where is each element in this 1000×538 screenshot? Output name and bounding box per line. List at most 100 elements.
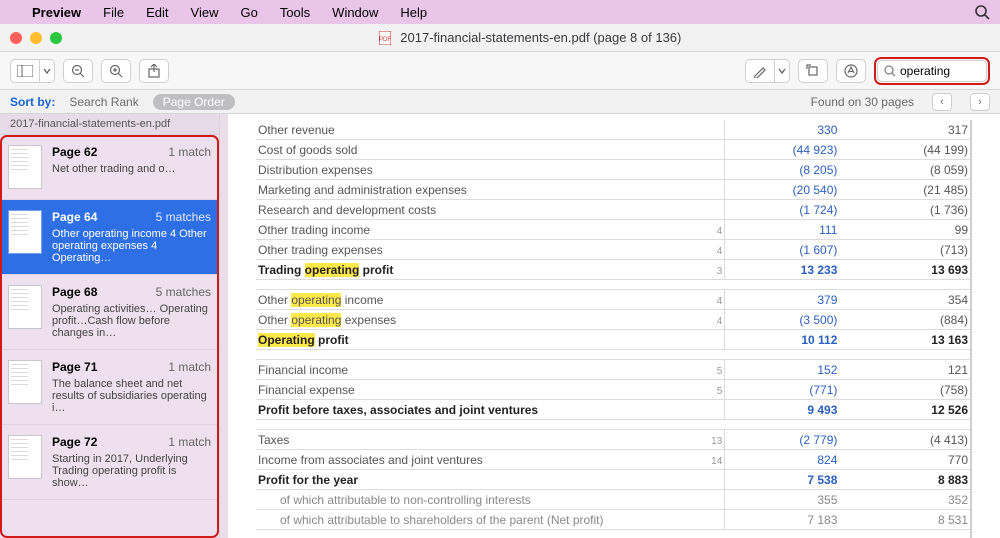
row-current-year: (20 540)	[725, 180, 848, 200]
menu-help[interactable]: Help	[400, 5, 427, 20]
zoom-out-button[interactable]	[63, 59, 93, 83]
search-input[interactable]	[900, 64, 970, 78]
row-prior-year: (713)	[847, 240, 970, 260]
row-label: Financial expense	[256, 380, 689, 400]
row-note	[689, 160, 725, 180]
menu-edit[interactable]: Edit	[146, 5, 168, 20]
search-result-item[interactable]: ──────────────────────────────────── Pag…	[0, 135, 219, 200]
result-page-label: Page 72	[52, 435, 97, 449]
search-result-item[interactable]: ──────────────────────────────────── Pag…	[0, 200, 219, 275]
search-result-bar: Sort by: Search Rank Page Order Found on…	[0, 90, 1000, 114]
pdf-icon: PDF	[379, 31, 393, 45]
result-page-label: Page 71	[52, 360, 97, 374]
markup-button[interactable]	[745, 59, 775, 83]
result-match-count: 5 matches	[156, 285, 211, 299]
row-note	[689, 120, 725, 140]
row-current-year: 7 538	[725, 470, 848, 490]
row-note	[689, 140, 725, 160]
svg-text:PDF: PDF	[379, 37, 391, 43]
row-current-year: 330	[725, 120, 848, 140]
toolbar	[0, 52, 1000, 90]
row-prior-year: (8 059)	[847, 160, 970, 180]
markup-menu-chevron[interactable]	[774, 59, 790, 83]
prev-match-button[interactable]: ‹	[932, 93, 952, 111]
search-result-item[interactable]: ──────────────────────────────────── Pag…	[0, 425, 219, 500]
traffic-lights	[10, 32, 62, 44]
row-current-year: 111	[725, 220, 848, 240]
row-prior-year: 13 693	[847, 260, 970, 280]
row-current-year: (44 923)	[725, 140, 848, 160]
search-field-highlight	[874, 57, 990, 85]
rotate-button[interactable]	[798, 59, 828, 83]
row-label: Trading operating profit	[256, 260, 689, 280]
row-prior-year: (758)	[847, 380, 970, 400]
row-current-year: 152	[725, 360, 848, 380]
page-thumbnail: ────────────────────────────────────	[8, 435, 42, 479]
close-button[interactable]	[10, 32, 22, 44]
sidebar-menu-chevron[interactable]	[39, 59, 55, 83]
row-prior-year: 354	[847, 290, 970, 310]
row-note: 14	[689, 450, 725, 470]
sidebar-toggle-button[interactable]	[10, 59, 40, 83]
page-thumbnail: ────────────────────────────────────	[8, 285, 42, 329]
next-match-button[interactable]: ›	[970, 93, 990, 111]
menu-view[interactable]: View	[191, 5, 219, 20]
row-prior-year: 121	[847, 360, 970, 380]
row-note	[689, 400, 725, 420]
row-current-year: 7 183	[725, 510, 848, 530]
row-note	[689, 330, 725, 350]
search-result-item[interactable]: ──────────────────────────────────── Pag…	[0, 275, 219, 350]
row-note: 4	[689, 310, 725, 330]
row-note	[689, 180, 725, 200]
row-note: 3	[689, 260, 725, 280]
menu-window[interactable]: Window	[332, 5, 378, 20]
result-page-label: Page 64	[52, 210, 97, 224]
menu-tools[interactable]: Tools	[280, 5, 310, 20]
row-note	[689, 490, 725, 510]
sidebar-doc-header: 2017-financial-statements-en.pdf	[0, 114, 219, 135]
fullscreen-button[interactable]	[50, 32, 62, 44]
row-current-year: (3 500)	[725, 310, 848, 330]
row-label: of which attributable to shareholders of…	[256, 510, 689, 530]
search-result-item[interactable]: ──────────────────────────────────── Pag…	[0, 350, 219, 425]
menu-file[interactable]: File	[103, 5, 124, 20]
row-note	[689, 510, 725, 530]
row-label: Distribution expenses	[256, 160, 689, 180]
edit-mode-button[interactable]	[836, 59, 866, 83]
row-prior-year: (44 199)	[847, 140, 970, 160]
row-prior-year: 352	[847, 490, 970, 510]
minimize-button[interactable]	[30, 32, 42, 44]
row-prior-year: 99	[847, 220, 970, 240]
document-view[interactable]: Other revenue 330 317Cost of goods sold …	[228, 114, 1000, 538]
sidebar-scrollbar[interactable]	[220, 114, 228, 538]
sort-page-order-option[interactable]: Page Order	[153, 94, 235, 110]
row-current-year: (1 607)	[725, 240, 848, 260]
zoom-in-button[interactable]	[101, 59, 131, 83]
menu-go[interactable]: Go	[240, 5, 257, 20]
spotlight-icon[interactable]	[974, 4, 990, 20]
row-prior-year: (1 736)	[847, 200, 970, 220]
search-result-list: ──────────────────────────────────── Pag…	[0, 135, 219, 538]
row-current-year: 379	[725, 290, 848, 310]
result-snippet: Operating activities… Operating profit…C…	[52, 303, 211, 339]
search-field[interactable]	[877, 60, 987, 82]
row-label: Taxes	[256, 430, 689, 450]
row-label: Research and development costs	[256, 200, 689, 220]
row-note	[689, 470, 725, 490]
share-button[interactable]	[139, 59, 169, 83]
search-icon	[884, 65, 896, 77]
row-label: Other operating income	[256, 290, 689, 310]
result-snippet: Starting in 2017, Underlying Trading ope…	[52, 453, 211, 489]
app-menu[interactable]: Preview	[32, 5, 81, 20]
result-snippet: Net other trading and o…	[52, 163, 211, 175]
row-label: Other trading income	[256, 220, 689, 240]
row-note: 5	[689, 380, 725, 400]
sort-rank-option[interactable]: Search Rank	[69, 95, 138, 109]
result-snippet: The balance sheet and net results of sub…	[52, 378, 211, 414]
window-titlebar: PDF 2017-financial-statements-en.pdf (pa…	[0, 24, 1000, 52]
row-note: 13	[689, 430, 725, 450]
row-note: 5	[689, 360, 725, 380]
search-sidebar: 2017-financial-statements-en.pdf ───────…	[0, 114, 220, 538]
row-note: 4	[689, 240, 725, 260]
row-prior-year: 12 526	[847, 400, 970, 420]
